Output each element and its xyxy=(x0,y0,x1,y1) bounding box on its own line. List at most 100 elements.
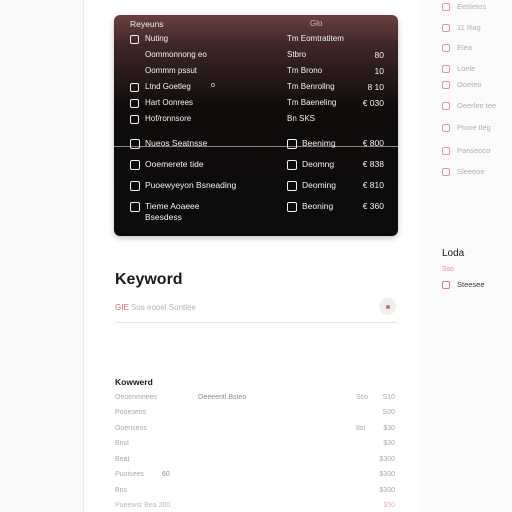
checkbox[interactable] xyxy=(287,160,297,170)
checkbox[interactable] xyxy=(287,139,297,149)
row-amount: 80 xyxy=(374,50,384,60)
category-icon xyxy=(442,65,450,73)
cell-value: S10 xyxy=(382,394,395,401)
row-amount: 8 10 xyxy=(367,82,384,92)
left-gutter xyxy=(0,0,84,512)
panel-row[interactable]: Nueos Seatnsse Beenimg € 800 xyxy=(114,136,398,156)
sidebar-item-label: Ooeteo xyxy=(457,80,482,89)
category-icon xyxy=(442,124,450,132)
table-row[interactable]: Pueewsr Bea 200 $50 xyxy=(115,502,397,512)
row-category: Stbro xyxy=(287,50,307,59)
row-name: Oommm pssut xyxy=(145,66,198,75)
row-marker: o xyxy=(211,82,215,89)
checkbox[interactable] xyxy=(130,83,139,92)
panel-header-badge: Glo xyxy=(310,19,323,28)
category-icon xyxy=(442,24,450,32)
keyword-table-header: Kowwerd xyxy=(115,377,153,387)
checkbox[interactable] xyxy=(130,202,140,212)
cell-value: $30 xyxy=(383,425,395,432)
sidebar-item-label: Oeerlee tee xyxy=(457,101,497,110)
checkbox[interactable] xyxy=(130,35,139,44)
checkbox[interactable] xyxy=(287,202,297,212)
row-category: Tm Brono xyxy=(287,66,323,75)
cell-detail: 60 xyxy=(162,471,170,478)
panel-row[interactable]: Hart Oonrees Tm Baeneling € 030 xyxy=(114,96,398,112)
category-icon xyxy=(442,44,450,52)
row-amount: € 800 xyxy=(362,138,384,148)
checkbox[interactable] xyxy=(130,160,140,170)
cell-detail: Oeeeentl.Bsteo xyxy=(198,394,247,401)
panel-row[interactable]: Oommm pssut Tm Brono 10 xyxy=(114,64,398,80)
cell-value: $300 xyxy=(379,471,395,478)
sidebar-item-label: Sleeeoe xyxy=(457,167,485,176)
category-icon xyxy=(442,168,450,176)
category-icon xyxy=(442,81,450,89)
panel-row[interactable]: Nuting Tm Eomtratitem xyxy=(114,32,398,48)
checkbox[interactable] xyxy=(130,181,140,191)
table-row[interactable]: Beat $300 xyxy=(115,456,397,470)
row-category: Tm Baeneling xyxy=(287,98,337,107)
cell-keyword: Pooeseos xyxy=(115,409,147,416)
row-amount: 10 xyxy=(374,66,384,76)
checkbox[interactable] xyxy=(130,139,140,149)
table-row[interactable]: Bnst $30 xyxy=(115,440,397,454)
sidebar-section-title: Loda xyxy=(442,248,465,259)
right-gutter xyxy=(420,0,512,512)
row-amount: € 838 xyxy=(362,159,384,169)
checkbox[interactable] xyxy=(130,99,139,108)
panel-row[interactable]: Oommonnong eo Stbro 80 xyxy=(114,48,398,64)
row-category: Beoning xyxy=(302,201,334,211)
category-icon xyxy=(442,3,450,11)
row-amount: € 030 xyxy=(362,98,384,108)
cell-value: S00 xyxy=(382,409,395,416)
row-category: Bn SKS xyxy=(287,114,316,123)
sidebar-item-label: Ptooe tleg xyxy=(457,123,491,132)
checkbox[interactable] xyxy=(130,115,139,124)
panel-row[interactable]: Ooemerete tide Deomng € 838 xyxy=(114,157,398,177)
table-row[interactable]: Pooeseos S00 xyxy=(115,409,397,423)
row-name: Nueos Seatnsse xyxy=(145,138,208,148)
sidebar-item-label: Panseoco xyxy=(457,146,491,155)
table-row[interactable]: Oeoenmnees Oeeeentl.Bsteo Sco S10 xyxy=(115,394,397,408)
row-name: Puoewyeyon Bsneading xyxy=(145,180,237,190)
table-row[interactable]: Puoisees 60 $300 xyxy=(115,471,397,485)
table-row[interactable]: Bns $300 xyxy=(115,487,397,501)
sidebar-section-subtitle: Sso xyxy=(442,266,455,273)
category-dropdown-panel: Reyeuns Glo Nuting Tm Eomtratitem Oommon… xyxy=(114,15,398,236)
row-name: Oommonnong eo xyxy=(145,50,207,59)
keyword-subtitle-text: Sos eooel Sontlee xyxy=(128,303,196,312)
row-name: Nuting xyxy=(145,34,169,43)
cell-keyword: Oeoenmnees xyxy=(115,394,158,401)
keyword-divider xyxy=(115,322,397,323)
panel-row[interactable]: Hof/ronnsore Bn SKS xyxy=(114,112,398,128)
row-name: Ooemerete tide xyxy=(145,159,204,169)
sidebar-item-label: Eettietos xyxy=(457,2,487,11)
cell-value: $300 xyxy=(379,456,395,463)
cell-keyword: Puoisees xyxy=(115,471,144,478)
cell-meta: Sco xyxy=(356,394,369,401)
panel-row[interactable]: Tieme Aoaeee Bsesdess Beoning € 360 xyxy=(114,199,398,229)
cell-keyword: Pueewsr Bea 200 xyxy=(115,502,171,509)
cell-meta: 8st xyxy=(356,425,366,432)
keyword-options-button[interactable] xyxy=(379,298,396,315)
checkbox[interactable] xyxy=(287,181,297,191)
cell-keyword: Bnst xyxy=(115,440,130,447)
keyword-subtitle: GIE Sos eooel Sontlee xyxy=(115,303,196,312)
category-icon xyxy=(442,281,450,289)
row-category: Deoming xyxy=(302,180,337,190)
panel-header-title: Reyeuns xyxy=(130,19,164,29)
row-category: Tm Benrollng xyxy=(287,82,335,91)
keyword-subtitle-highlight: GIE xyxy=(115,303,129,312)
category-icon xyxy=(442,102,450,110)
row-name: Hof/ronnsore xyxy=(145,114,192,123)
sidebar-item-label: Steesee xyxy=(457,280,485,289)
panel-row[interactable]: Ltnd Goetleg o Tm Benrollng 8 10 xyxy=(114,80,398,96)
category-icon xyxy=(442,147,450,155)
keyword-title: Keyword xyxy=(115,271,183,288)
row-name: Tieme Aoaeee xyxy=(145,201,200,211)
row-category: Beenimg xyxy=(302,138,336,148)
cell-keyword: Beat xyxy=(115,456,130,463)
table-row[interactable]: Ooenseos 8st $30 xyxy=(115,425,397,439)
cell-value: $50 xyxy=(383,502,395,509)
panel-row[interactable]: Puoewyeyon Bsneading Deoming € 810 xyxy=(114,178,398,198)
